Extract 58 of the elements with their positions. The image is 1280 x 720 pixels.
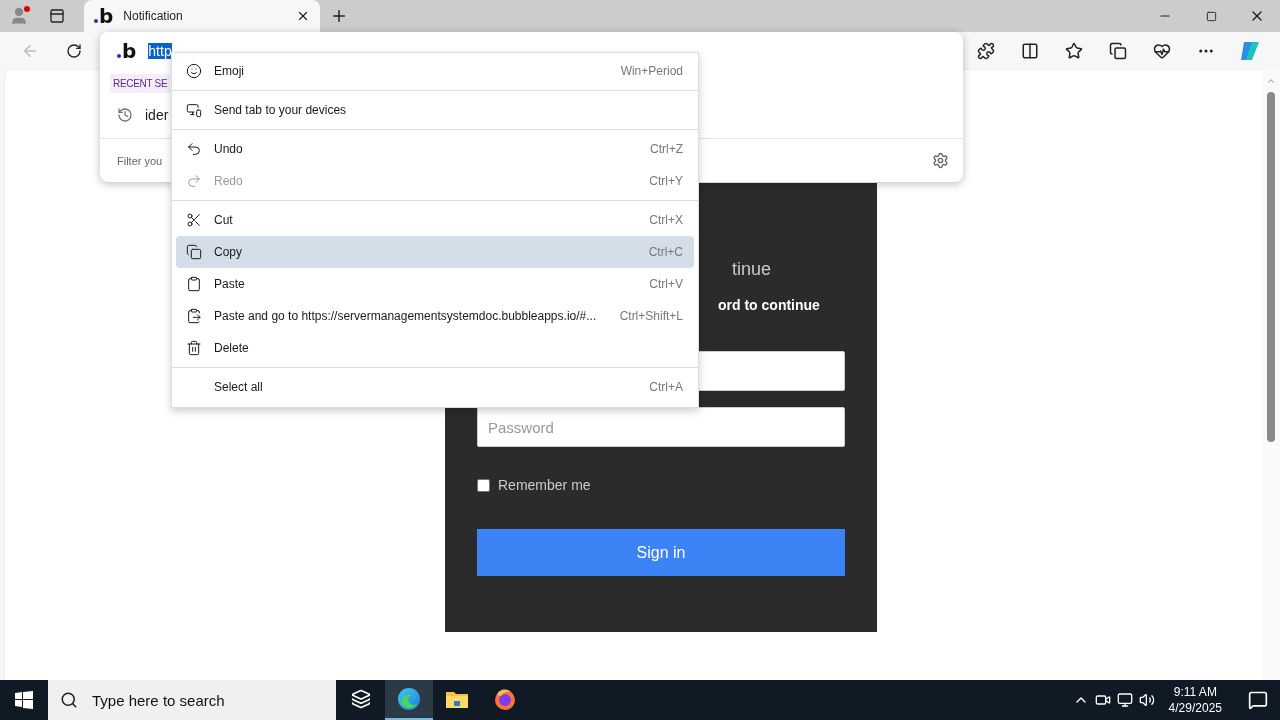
search-field[interactable]: Type here to search: [90, 690, 320, 710]
close-icon[interactable]: [296, 9, 310, 23]
checkbox-label: Remember me: [498, 477, 591, 493]
shortcut-label: Ctrl+Shift+L: [619, 309, 683, 323]
clock-date: 4/29/2025: [1168, 700, 1222, 716]
menu-item[interactable]: Delete: [176, 332, 694, 364]
menu-item[interactable]: Paste Ctrl+V: [176, 268, 694, 300]
smiley-icon: [186, 63, 202, 79]
password-field[interactable]: Password: [477, 407, 845, 447]
shortcut-label: Ctrl+Z: [650, 142, 683, 156]
menu-item[interactable]: Paste and go to https://servermanagementsystemdoc.bubbleapps.io/#... Ctrl+Shift+L: [176, 300, 694, 332]
history-icon: [117, 107, 133, 123]
menu-item[interactable]: Select all Ctrl+A: [176, 371, 694, 403]
site-favicon: b: [94, 6, 114, 26]
notifications-icon[interactable]: [1248, 690, 1268, 710]
address-text[interactable]: http: [148, 43, 172, 59]
volume-icon[interactable]: [1138, 692, 1155, 708]
taskbar-app[interactable]: [385, 680, 433, 720]
scissors-icon: [186, 212, 202, 228]
clipboard-icon: [186, 308, 202, 324]
menu-item[interactable]: Cut Ctrl+X: [176, 204, 694, 236]
section-label: RECENT SE: [110, 73, 171, 93]
clipboard-icon: [186, 276, 202, 292]
filter-field[interactable]: Filter you: [117, 154, 165, 167]
fox-browser-icon: [493, 687, 517, 711]
taskbar-search-bar[interactable]: Type here to search: [48, 680, 336, 720]
sign-in-button[interactable]: Sign in: [477, 529, 845, 576]
browser-icon: [397, 687, 421, 711]
scrollbar-thumb[interactable]: [1267, 92, 1275, 442]
menu-item[interactable]: Copy Ctrl+C: [176, 236, 694, 268]
network-icon[interactable]: [1116, 692, 1133, 708]
checkbox[interactable]: [477, 478, 490, 492]
folder-icon: [445, 689, 469, 709]
undo-icon: [186, 141, 202, 157]
clock-time: 9:11 AM: [1173, 684, 1217, 700]
search-icon: [60, 691, 78, 709]
shortcut-label: Ctrl+X: [649, 213, 683, 227]
shortcut-label: Win+Period: [620, 64, 683, 78]
camera-icon[interactable]: [1094, 692, 1111, 708]
copy-icon: [186, 244, 202, 260]
redo-icon: [186, 173, 202, 189]
menu-item[interactable]: Undo Ctrl+Z: [176, 133, 694, 165]
devices-icon: [186, 102, 202, 118]
menu-item[interactable]: Emoji Win+Period: [176, 55, 694, 87]
trash-icon: [186, 340, 202, 356]
settings-icon[interactable]: [932, 152, 949, 169]
tab-title: Notification: [123, 9, 184, 23]
login-title: tinue: [732, 259, 772, 281]
menu-item[interactable]: Send tab to your devices: [176, 94, 694, 126]
recent-search[interactable]: ider: [145, 107, 169, 123]
shortcut-label: Ctrl+Y: [649, 174, 683, 188]
login-subtitle: ord to continue: [717, 297, 821, 313]
shortcut-label: Ctrl+A: [649, 380, 683, 394]
site-favicon: b: [117, 41, 137, 61]
task-view-icon: [351, 689, 371, 709]
shortcut-label: Ctrl+V: [649, 277, 683, 291]
browser-tab[interactable]: b Notification: [84, 0, 320, 32]
shortcut-label: Ctrl+C: [648, 245, 683, 259]
